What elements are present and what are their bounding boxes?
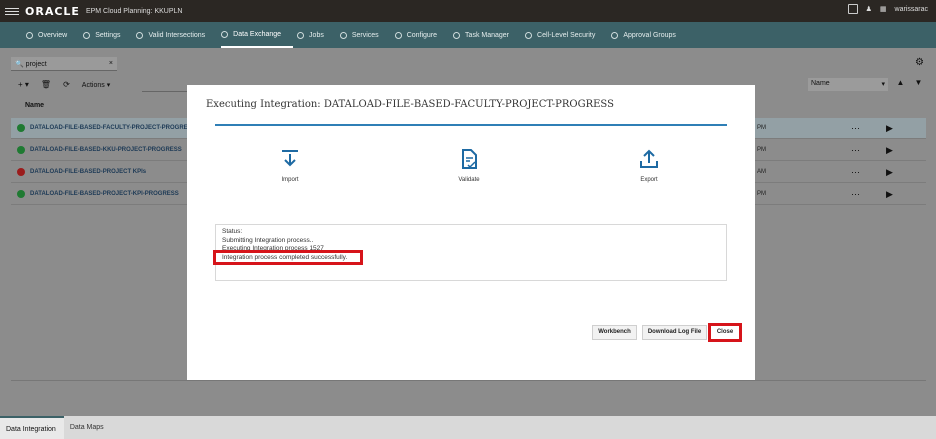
delete-icon[interactable]: 🗑 xyxy=(41,80,51,89)
navigator-grid-icon[interactable]: ▦ xyxy=(880,5,887,13)
calendar-icon xyxy=(297,31,305,39)
camera-icon xyxy=(339,31,347,39)
tab-data-maps[interactable]: Data Maps xyxy=(64,416,112,439)
search-input[interactable]: 🔍 project × xyxy=(11,57,117,71)
hamburger-menu-icon[interactable] xyxy=(5,6,19,17)
sort-select[interactable]: Name ▾ xyxy=(808,78,888,91)
integration-name[interactable]: DATALOAD-FILE-BASED-FACULTY-PROJECT-PROG… xyxy=(30,125,196,131)
last-run-time: PM xyxy=(757,147,766,153)
step-validate: Validate xyxy=(439,149,499,183)
actions-menu-button[interactable]: Actions ▾ xyxy=(82,81,110,89)
user-menu[interactable]: warissarac xyxy=(895,6,928,13)
column-header-name: Name xyxy=(25,102,45,109)
tab-approval-groups[interactable]: Approval Groups xyxy=(611,22,688,48)
success-status-icon xyxy=(17,146,25,154)
run-icon[interactable]: ▶ xyxy=(886,123,893,134)
tasks-icon xyxy=(453,31,461,39)
status-line: Submitting Integration process.. xyxy=(222,236,314,244)
tab-cell-level-security[interactable]: Cell-Level Security xyxy=(525,22,607,48)
tab-data-integration[interactable]: Data Integration xyxy=(0,416,64,439)
list-toolbar: + ▾ 🗑 ⟳ Actions ▾ xyxy=(18,80,110,89)
last-run-time: PM xyxy=(757,191,766,197)
oracle-logo: ORACLE xyxy=(25,4,80,18)
global-header: ORACLE EPM Cloud Planning: KKUPLN ♟ ▦ wa… xyxy=(0,0,936,22)
run-icon[interactable]: ▶ xyxy=(886,167,893,178)
run-icon[interactable]: ▶ xyxy=(886,189,893,200)
row-actions-icon[interactable]: ⋯ xyxy=(851,189,860,200)
bottom-tabs: Data Integration Data Maps xyxy=(0,416,936,439)
error-status-icon xyxy=(17,168,25,176)
import-icon xyxy=(282,150,298,167)
header-actions: ♟ ▦ warissarac xyxy=(847,4,928,14)
sort-descending-icon[interactable]: ▼ xyxy=(912,78,925,91)
tab-services[interactable]: Services xyxy=(339,22,391,48)
close-button[interactable]: Close xyxy=(708,323,742,342)
tab-data-exchange[interactable]: Data Exchange xyxy=(221,22,294,48)
divider xyxy=(11,380,926,381)
add-icon[interactable]: + ▾ xyxy=(18,80,29,89)
instance-name: KKUPLN xyxy=(154,7,183,15)
progress-bar xyxy=(215,124,727,126)
last-run-time: PM xyxy=(757,125,766,131)
download-log-file-button[interactable]: Download Log File xyxy=(642,325,707,340)
export-icon xyxy=(640,149,658,168)
integration-name[interactable]: DATALOAD-FILE-BASED-PROJECT-KPI-PROGRESS xyxy=(30,191,179,197)
tab-jobs[interactable]: Jobs xyxy=(297,22,336,48)
integration-name[interactable]: DATALOAD-FILE-BASED-PROJECT KPIs xyxy=(30,169,146,175)
accessibility-icon[interactable]: ♟ xyxy=(866,5,872,13)
refresh-icon[interactable]: ⟳ xyxy=(63,80,70,89)
success-status-icon xyxy=(17,190,25,198)
intersection-icon xyxy=(136,31,144,39)
app-name: EPM Cloud Planning: KKUPLN xyxy=(85,7,183,15)
workbench-button[interactable]: Workbench xyxy=(592,325,637,340)
step-import: Import xyxy=(260,149,320,183)
row-actions-icon[interactable]: ⋯ xyxy=(851,167,860,178)
home-icon[interactable] xyxy=(847,4,858,14)
sort-ascending-icon[interactable]: ▲ xyxy=(894,78,907,91)
grid-lock-icon xyxy=(525,31,533,39)
tab-valid-intersections[interactable]: Valid Intersections xyxy=(136,22,217,48)
wrench-icon xyxy=(394,31,402,39)
run-icon[interactable]: ▶ xyxy=(886,145,893,156)
exchange-icon xyxy=(221,30,229,38)
settings-gear-icon[interactable]: ⚙ xyxy=(915,57,924,68)
validate-icon xyxy=(462,149,477,169)
gear-icon xyxy=(83,31,91,39)
tab-configure[interactable]: Configure xyxy=(394,22,449,48)
globe-icon xyxy=(26,31,33,39)
last-run-time: AM xyxy=(757,169,766,175)
tab-task-manager[interactable]: Task Manager xyxy=(453,22,521,48)
tab-settings[interactable]: Settings xyxy=(83,22,132,48)
status-label: Status: xyxy=(222,228,243,235)
executing-integration-dialog: Executing Integration: DATALOAD-FILE-BAS… xyxy=(187,85,755,380)
row-actions-icon[interactable]: ⋯ xyxy=(851,145,860,156)
approval-icon xyxy=(611,31,619,39)
dialog-title: Executing Integration: DATALOAD-FILE-BAS… xyxy=(206,99,614,110)
tab-overview[interactable]: Overview xyxy=(26,22,79,48)
annotation-highlight-status xyxy=(213,250,363,265)
step-export: Export xyxy=(619,149,679,183)
row-actions-icon[interactable]: ⋯ xyxy=(851,123,860,134)
success-status-icon xyxy=(17,124,25,132)
main-tabs: Overview Settings Valid Intersections Da… xyxy=(0,22,936,48)
clear-search-icon[interactable]: × xyxy=(109,60,113,67)
integration-name[interactable]: DATALOAD-FILE-BASED-KKU-PROJECT-PROGRESS xyxy=(30,147,182,153)
